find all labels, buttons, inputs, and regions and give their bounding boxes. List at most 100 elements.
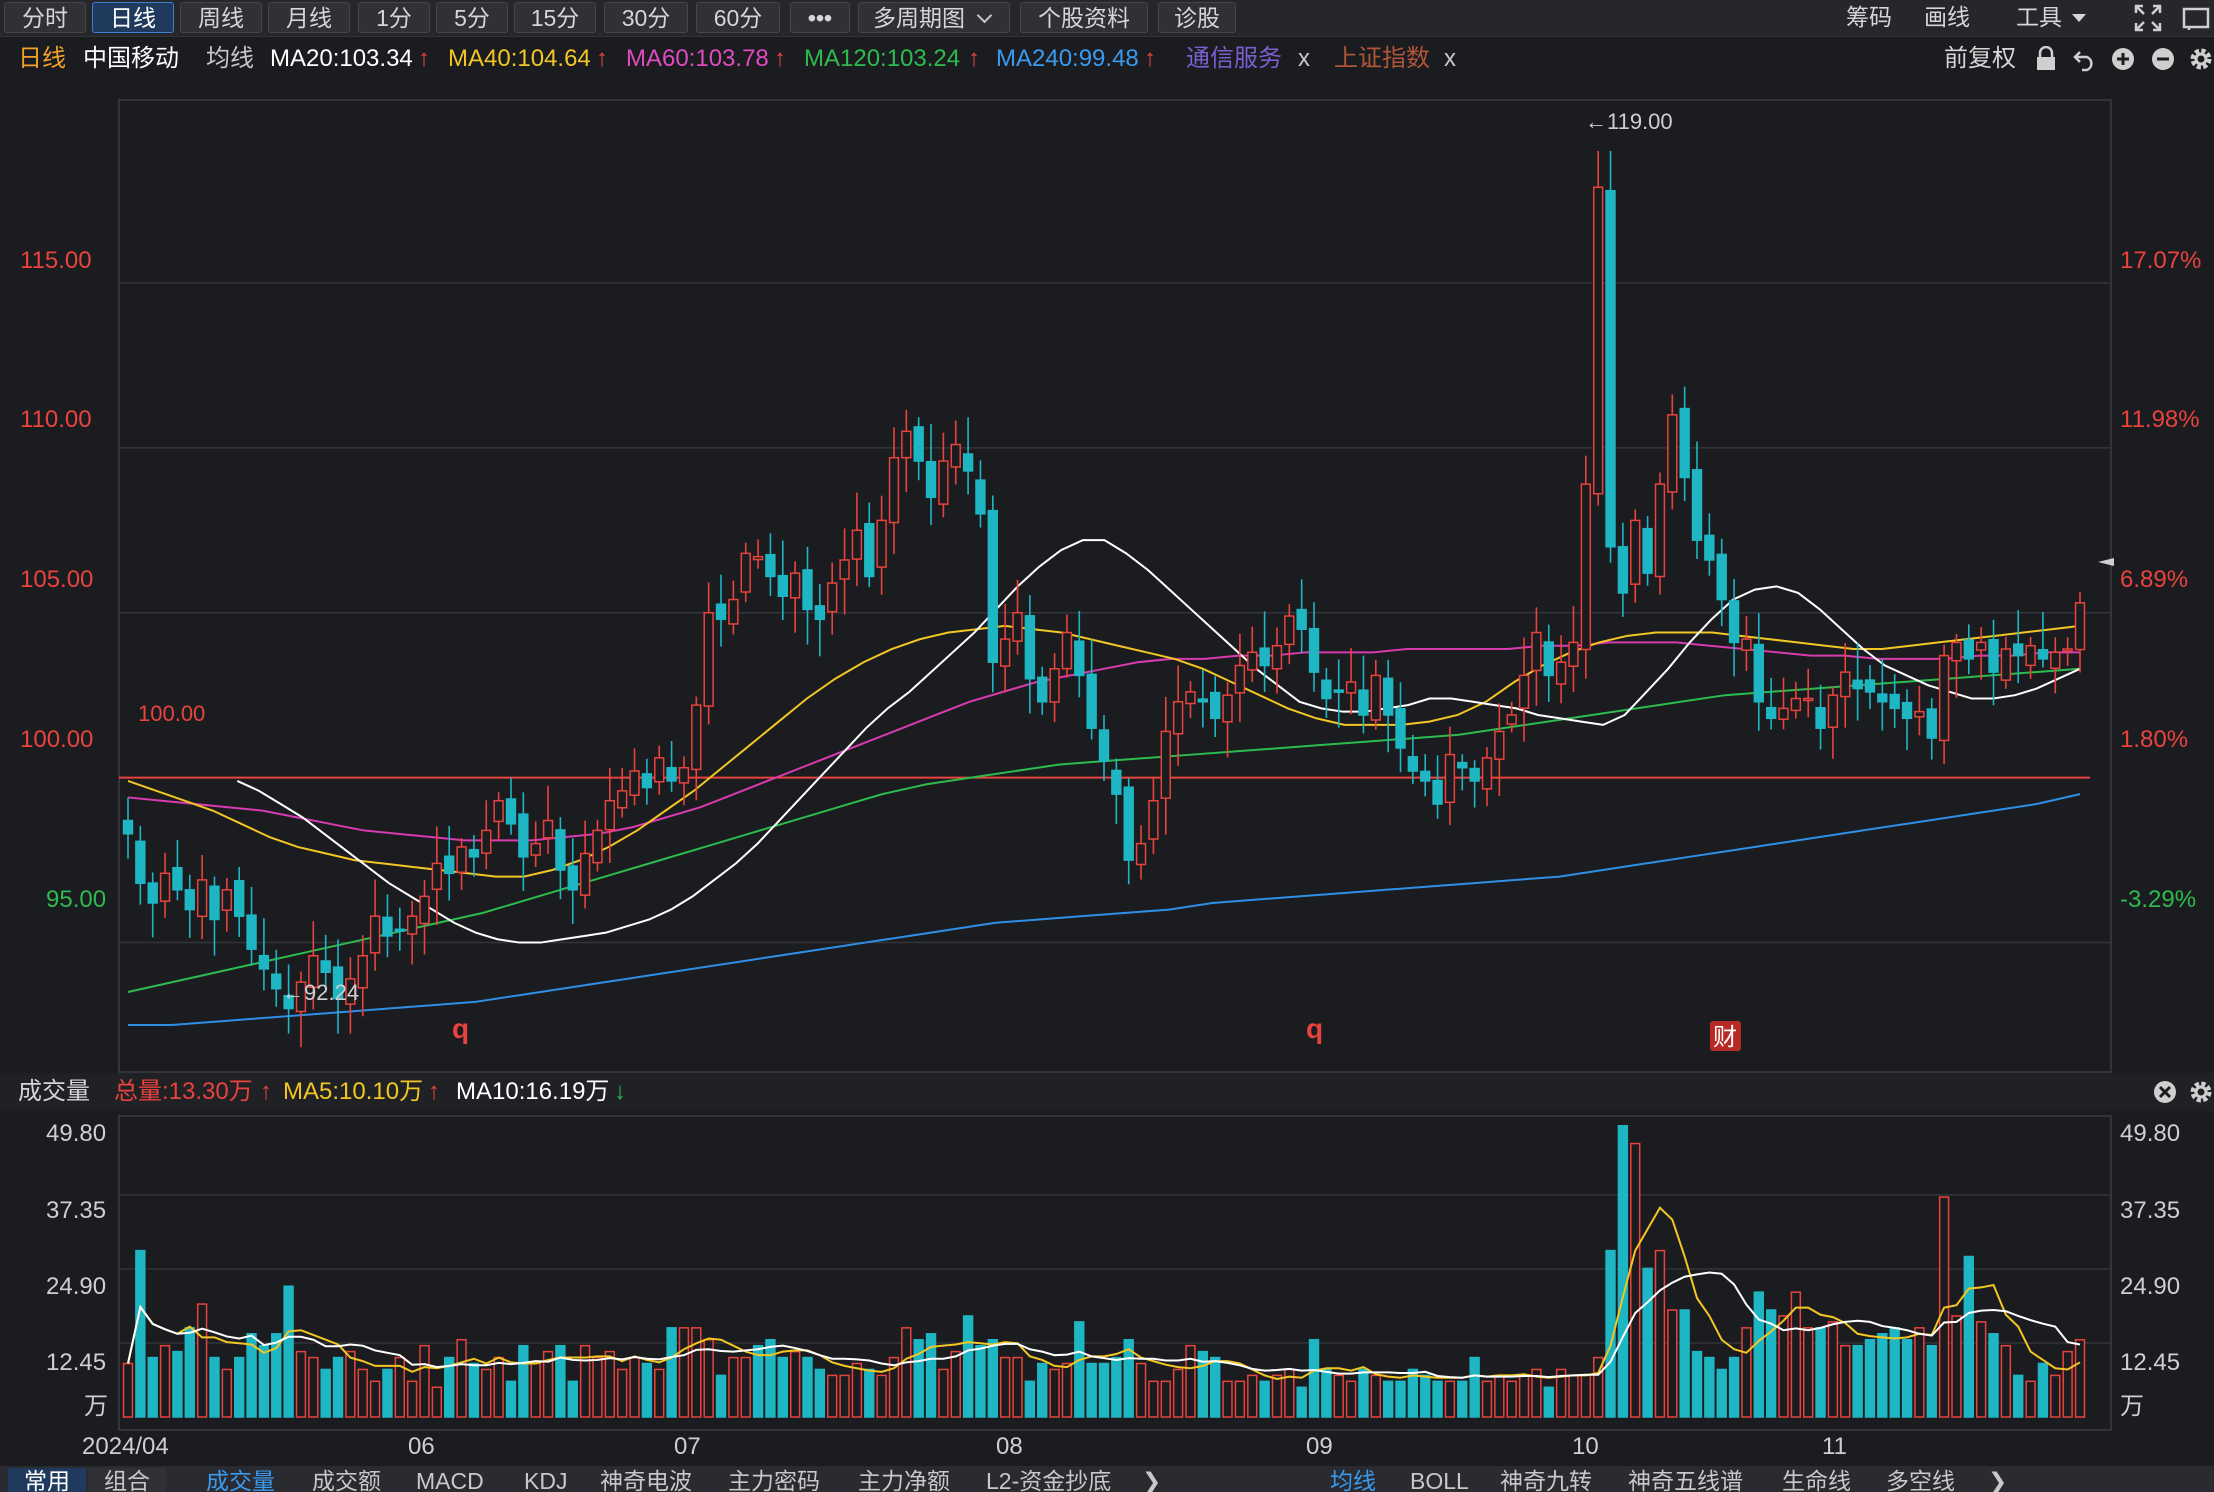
candle	[159, 852, 171, 918]
overlay-index-link[interactable]: 上证指数	[1334, 40, 1430, 78]
indicator-tab-bar: 常用 组合 成交量 成交额 MACD KDJ 神奇电波 主力密码 主力净额 L2…	[0, 1466, 2214, 1492]
tab-daily[interactable]: 日线	[92, 2, 174, 33]
undo-icon[interactable]	[2072, 46, 2098, 72]
volume-bar	[530, 1362, 541, 1418]
volume-bar	[2074, 1338, 2086, 1418]
volume-chart[interactable]: 49.80 37.35 24.90 12.45 万 49.80 37.35 24…	[0, 1111, 2214, 1466]
tab-monthly[interactable]: 月线	[268, 2, 350, 33]
float-window-icon[interactable]	[2181, 4, 2211, 32]
pct-tick-label: 6.89%	[2120, 566, 2188, 593]
candle	[1432, 755, 1443, 819]
adjust-mode[interactable]: 前复权	[1944, 40, 2016, 78]
tab-magic-wave[interactable]: 神奇电波	[600, 1468, 692, 1492]
volume-bar	[1654, 1249, 1666, 1418]
candle	[209, 876, 220, 956]
volume-bar	[752, 1344, 764, 1418]
volume-bar	[1951, 1315, 1962, 1418]
volume-bar	[1926, 1344, 1937, 1418]
volume-bar	[258, 1344, 270, 1418]
more-periods-button[interactable]: •••	[790, 2, 850, 33]
ma-label[interactable]: 均线	[206, 40, 254, 78]
candle	[1728, 578, 1740, 677]
tab-l2-bottom[interactable]: L2-资金抄底	[986, 1468, 1111, 1492]
fullscreen-icon[interactable]	[2133, 3, 2163, 33]
tab-main-net[interactable]: 主力净额	[858, 1468, 950, 1492]
volume-bar	[1975, 1321, 1987, 1418]
event-marker-q[interactable]: q	[452, 1013, 469, 1044]
tab-15min[interactable]: 15分	[514, 2, 596, 33]
tab-macd[interactable]: MACD	[416, 1468, 484, 1492]
volume-bar	[1395, 1380, 1406, 1418]
candle	[1098, 715, 1110, 781]
close-panel-icon[interactable]	[2152, 1079, 2178, 1105]
candle	[1457, 754, 1468, 791]
tab-5min[interactable]: 5分	[436, 2, 508, 33]
tab-magic-five[interactable]: 神奇五线谱	[1628, 1468, 1743, 1492]
volume-bar	[1432, 1380, 1443, 1418]
tab-combo[interactable]: 组合	[88, 1468, 166, 1492]
lock-icon[interactable]	[2034, 46, 2058, 72]
overlay-index-close[interactable]: x	[1444, 40, 1456, 78]
chips-button[interactable]: 筹码	[1846, 2, 1892, 33]
tab-magic-nine[interactable]: 神奇九转	[1500, 1468, 1592, 1492]
tab-life-line[interactable]: 生命线	[1782, 1468, 1851, 1492]
candle	[542, 785, 554, 854]
tab-volume[interactable]: 成交量	[206, 1468, 275, 1492]
tab-1min[interactable]: 1分	[358, 2, 430, 33]
tab-30min[interactable]: 30分	[604, 2, 688, 33]
candle	[1790, 681, 1802, 719]
date-label: 07	[674, 1433, 701, 1460]
candle	[839, 528, 850, 615]
candle	[1185, 681, 1196, 719]
draw-line-button[interactable]: 画线	[1924, 2, 1970, 33]
candle	[1049, 653, 1060, 723]
volume-title[interactable]: 成交量	[18, 1073, 90, 1111]
event-marker-q[interactable]: q	[1306, 1013, 1323, 1044]
volume-bar	[567, 1380, 578, 1418]
volume-bar	[1494, 1374, 1505, 1418]
stock-name[interactable]: 中国移动	[83, 40, 179, 78]
multi-period-dropdown[interactable]: 多周期图	[858, 2, 1010, 33]
volume-bar	[1074, 1321, 1085, 1418]
candle	[567, 838, 578, 924]
volume-bar	[135, 1249, 146, 1418]
candle	[864, 502, 875, 587]
tab-long-short[interactable]: 多空线	[1886, 1468, 1955, 1492]
candle	[876, 495, 887, 595]
tab-ma[interactable]: 均线	[1330, 1468, 1376, 1492]
volume-bar	[604, 1350, 616, 1418]
volume-bar	[1185, 1344, 1196, 1418]
chevron-right-icon[interactable]: ❯	[1142, 1468, 1161, 1492]
tab-60min[interactable]: 60分	[696, 2, 780, 33]
volume-bar	[147, 1356, 158, 1418]
overlay-sector-close[interactable]: x	[1298, 40, 1310, 78]
arrow-down-icon: ↓	[614, 1078, 626, 1105]
tab-intraday[interactable]: 分时	[4, 2, 86, 33]
candle	[1209, 676, 1221, 737]
candle	[382, 894, 393, 958]
zoom-in-icon[interactable]	[2110, 46, 2136, 72]
settings-gear-icon[interactable]	[2188, 1079, 2214, 1105]
candle	[1654, 472, 1666, 595]
diagnose-button[interactable]: 诊股	[1158, 2, 1236, 33]
settings-gear-icon[interactable]	[2188, 46, 2214, 72]
tab-turnover[interactable]: 成交额	[312, 1468, 381, 1492]
price-chart[interactable]: 115.00 110.00 105.00 100.00 95.00 17.07%…	[0, 78, 2214, 1078]
candle	[666, 740, 677, 792]
stock-info-button[interactable]: 个股资料	[1020, 2, 1148, 33]
tab-kdj[interactable]: KDJ	[524, 1468, 567, 1492]
volume-bar	[406, 1380, 418, 1418]
tools-menu-button[interactable]: 工具	[2016, 2, 2087, 33]
chevron-right-icon[interactable]: ❯	[1988, 1468, 2007, 1492]
tab-weekly[interactable]: 周线	[180, 2, 262, 33]
volume-bar	[159, 1344, 171, 1418]
candle	[950, 420, 961, 485]
zoom-out-icon[interactable]	[2150, 46, 2176, 72]
tab-common[interactable]: 常用	[8, 1468, 86, 1492]
tab-boll[interactable]: BOLL	[1410, 1468, 1469, 1492]
volume-bar	[505, 1380, 517, 1418]
volume-bar	[1148, 1380, 1159, 1418]
tab-main-code[interactable]: 主力密码	[728, 1468, 820, 1492]
overlay-sector-link[interactable]: 通信服务	[1186, 40, 1282, 78]
volume-bar	[1234, 1380, 1246, 1418]
